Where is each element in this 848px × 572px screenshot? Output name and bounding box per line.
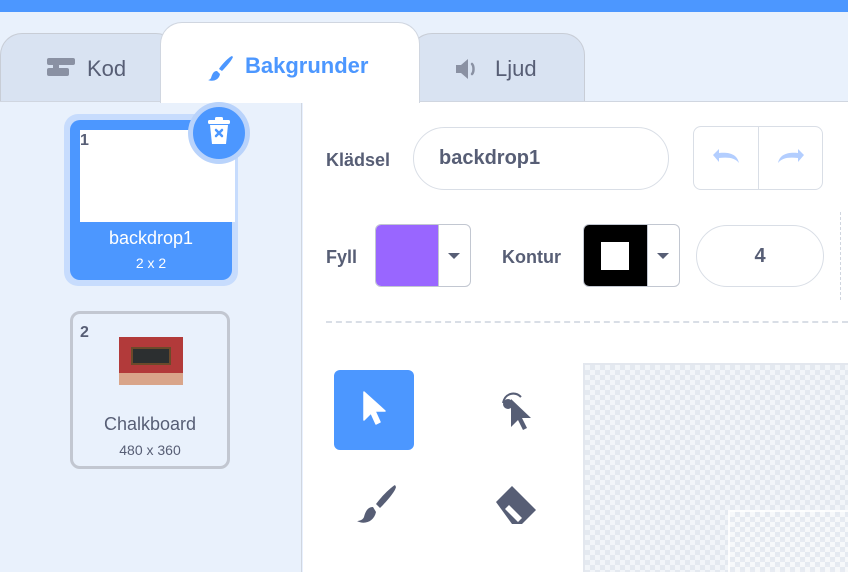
backdrop-name: backdrop1 xyxy=(108,228,194,248)
code-blocks-icon xyxy=(45,56,77,84)
reshape-tool-button[interactable] xyxy=(476,370,556,450)
outline-color-picker[interactable] xyxy=(583,224,680,287)
undo-redo-group xyxy=(693,126,823,190)
backdrop-size: 480 x 360 xyxy=(119,442,181,458)
redo-button[interactable] xyxy=(758,127,822,189)
fill-color-swatch xyxy=(376,225,438,286)
toolbar-divider xyxy=(326,321,848,323)
eraser-icon xyxy=(492,482,540,531)
backdrop-size: 2 x 2 xyxy=(135,255,167,271)
trash-icon xyxy=(205,115,233,152)
chalkboard-image-board xyxy=(131,347,171,365)
toolbar-separator xyxy=(840,212,841,300)
backdrop-thumbnail xyxy=(119,337,183,385)
undo-button[interactable] xyxy=(694,127,758,189)
speaker-icon xyxy=(453,56,485,88)
arrow-select-icon xyxy=(358,388,390,433)
chevron-down-icon xyxy=(437,225,470,286)
chevron-down-icon xyxy=(646,225,679,286)
top-accent-bar xyxy=(0,0,848,12)
backdrop-number: 1 xyxy=(80,132,89,149)
reshape-icon xyxy=(491,383,541,438)
paintbrush-icon xyxy=(205,53,235,89)
fill-color-picker[interactable] xyxy=(375,224,471,287)
undo-icon xyxy=(709,145,743,172)
tab-sounds-label: Ljud xyxy=(495,56,537,81)
chalkboard-image-floor xyxy=(119,373,183,385)
paint-canvas[interactable] xyxy=(583,363,848,572)
brush-tool-button[interactable] xyxy=(334,466,414,546)
eraser-tool-button[interactable] xyxy=(476,466,556,546)
select-tool-button[interactable] xyxy=(334,370,414,450)
outline-color-swatch xyxy=(584,225,647,286)
tab-code-label: Kod xyxy=(87,56,127,81)
costume-name-input[interactable]: backdrop1 xyxy=(413,127,669,190)
backdrop-card[interactable]: 2 Chalkboard 480 x 360 xyxy=(70,311,230,469)
fill-label: Fyll xyxy=(326,247,358,267)
costume-name-label: Klädsel xyxy=(326,150,391,170)
tab-code[interactable]: Kod xyxy=(0,33,178,103)
outline-width-input[interactable]: 4 xyxy=(696,225,824,287)
backdrop-number: 2 xyxy=(80,324,89,341)
redo-icon xyxy=(774,145,808,172)
brush-icon xyxy=(349,481,399,532)
delete-backdrop-button[interactable] xyxy=(188,102,250,164)
outline-label: Kontur xyxy=(502,247,561,267)
tab-sounds[interactable]: Ljud xyxy=(410,33,585,103)
canvas-bounds xyxy=(728,510,848,572)
tab-backdrops-label: Bakgrunder xyxy=(245,53,369,78)
tab-divider xyxy=(0,101,848,102)
backdrop-name: Chalkboard xyxy=(103,414,197,434)
tab-backdrops[interactable]: Bakgrunder xyxy=(160,22,420,103)
